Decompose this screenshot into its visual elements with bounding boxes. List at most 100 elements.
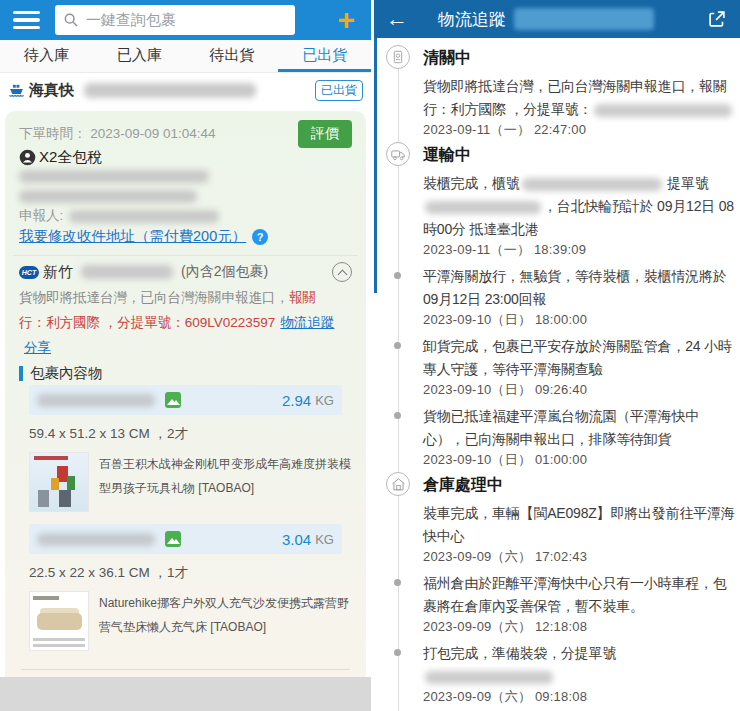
entry-text: 福州倉由於距離平潭海快中心只有一小時車程，包裹將在倉庫內妥善保管，暫不裝車。 — [423, 572, 735, 618]
menu-icon[interactable] — [13, 11, 40, 30]
timeline-entry: 卸貨完成，包裹已平安存放於海關監管倉，24 小時專人守護，等待平潭海關查驗202… — [423, 335, 735, 399]
entry-text: 裝櫃完成，櫃號 提單號 ，台北快輪預計於 09月12日 08時00分 抵達臺北港 — [423, 172, 735, 241]
tracking-panel: ← 物流追蹤 清關中貨物即將抵達台灣，已向台灣海關申報進口，報關行：利方國際 ，… — [374, 0, 740, 711]
package-count: (內含2個包裹) — [181, 263, 268, 281]
entry-timestamp: 2023-09-10（日） 01:00:00 — [423, 451, 735, 469]
photo-icon[interactable] — [165, 392, 181, 408]
entry-text: 貨物已抵達福建平潭嵐台物流園（平潭海快中心），已向海關申報出口，排隊等待卸貨 — [423, 405, 735, 451]
customs-doc-icon — [386, 45, 410, 69]
screen: 一鍵查詢包裹 + 待入庫已入庫待出貨已出貨 海真快 已出貨 下單時間： 2023… — [0, 0, 740, 711]
package-bar[interactable]: 2.94 KG — [29, 385, 342, 415]
stage-title: 運輸中 — [423, 145, 728, 166]
package-bar[interactable]: 3.04 KG — [29, 524, 342, 554]
entry-timestamp: 2023-09-11（一） 22:47:00 — [423, 121, 735, 139]
section-title: 包裹內容物 — [19, 363, 352, 383]
entry-timestamp: 2023-09-10（日） 09:26:40 — [423, 381, 735, 399]
rate-button[interactable]: 評價 — [298, 120, 352, 148]
back-icon[interactable]: ← — [386, 0, 408, 38]
list-background — [0, 677, 371, 711]
entry-text: 卸貨完成，包裹已平安存放於海關監管倉，24 小時專人守護，等待平潭海關查驗 — [423, 335, 735, 381]
tracking-link[interactable]: 物流追蹤 — [280, 315, 334, 330]
package-item: 3.04KG22.5 x 22 x 36.1 CM ，1才Naturehike挪… — [29, 524, 342, 651]
tracking-timeline: 清關中貨物即將抵達台灣，已向台灣海關申報進口，報關行：利方國際 ，分提單號：20… — [374, 38, 740, 711]
add-package-button[interactable]: + — [337, 5, 355, 35]
tab-4[interactable]: 已出貨 — [278, 40, 371, 72]
weight-unit: KG — [315, 532, 334, 547]
redacted-order-number — [84, 83, 256, 98]
redacted-text — [594, 104, 732, 117]
product-thumbnail[interactable] — [29, 452, 89, 512]
entry-timestamp: 2023-09-09（六） 12:18:08 — [423, 618, 735, 636]
tab-bar: 待入庫已入庫待出貨已出貨 — [0, 40, 371, 73]
entry-text: 裝車完成，車輛【閩AE098Z】即將出發前往平潭海快中心 — [423, 502, 735, 548]
carrier-row: HCT 新竹 (內含2個包裹) — [19, 261, 352, 283]
timeline-entry: 貨物即將抵達台灣，已向台灣海關申報進口，報關行：利方國際 ，分提單號：2023-… — [423, 75, 735, 139]
timeline-dot-icon — [394, 342, 401, 349]
redacted-text — [425, 201, 541, 214]
timeline-entry: 裝櫃完成，櫃號 提單號 ，台北快輪預計於 09月12日 08時00分 抵達臺北港… — [423, 172, 735, 259]
redacted-recipient-info — [19, 170, 352, 203]
order-time: 下單時間： 2023-09-09 01:04:44 — [19, 125, 216, 143]
timeline-entry: 裝車完成，車輛【閩AE098Z】即將出發前往平潭海快中心2023-09-09（六… — [423, 502, 735, 566]
stage-title: 倉庫處理中 — [423, 475, 728, 496]
product-title: Naturehike挪客户外双人充气沙发便携式露营野营气垫床懒人充气床 [TAO… — [99, 591, 352, 651]
timeline-stage: 運輸中裝櫃完成，櫃號 提單號 ，台北快輪預計於 09月12日 08時00分 抵達… — [423, 145, 728, 469]
search-icon — [63, 12, 79, 28]
stage-title: 清關中 — [423, 48, 728, 69]
package-weight: 3.04 — [282, 531, 311, 548]
collapse-circle-icon[interactable] — [332, 262, 352, 282]
tracking-title: 物流追蹤 — [438, 8, 506, 31]
redacted-text — [522, 178, 662, 191]
weight-unit: KG — [315, 393, 334, 408]
order-card: 下單時間： 2023-09-09 01:04:44 評價 X2全包稅 申報人: … — [5, 111, 366, 699]
shipment-header-row[interactable]: 海真快 已出貨 — [0, 73, 371, 107]
package-weight: 2.94 — [282, 392, 311, 409]
search-placeholder: 一鍵查詢包裹 — [86, 11, 176, 30]
carrier-brand-name: 海真快 — [29, 81, 74, 100]
redacted-tracking-number — [514, 8, 654, 30]
share-link[interactable]: 分享 — [24, 340, 51, 355]
change-address-link[interactable]: 我要修改收件地址（需付費200元） — [19, 227, 246, 246]
timeline-dot-icon — [394, 649, 401, 656]
warehouse-icon — [386, 472, 410, 496]
entry-text: 平潭海關放行，無驗貨，等待裝櫃，裝櫃情況將於09月12日 23:00回報 — [423, 265, 735, 311]
search-input[interactable]: 一鍵查詢包裹 — [55, 5, 295, 35]
product-thumbnail[interactable] — [29, 591, 89, 651]
timeline-dot-icon — [394, 272, 401, 279]
entry-timestamp: 2023-09-10（日） 18:00:00 — [423, 311, 735, 329]
redacted-package-number — [37, 533, 155, 546]
timeline-stage: 清關中貨物即將抵達台灣，已向台灣海關申報進口，報關行：利方國際 ，分提單號：20… — [423, 48, 728, 139]
entry-timestamp: 2023-09-09（六） 09:18:08 — [423, 688, 735, 706]
status-badge: 已出貨 — [315, 80, 363, 101]
carrier-name: 新竹 — [43, 263, 73, 282]
share-icon[interactable] — [706, 8, 728, 30]
tracking-header: ← 物流追蹤 — [374, 0, 740, 38]
top-bar: 一鍵查詢包裹 + — [0, 0, 371, 40]
ship-icon — [8, 83, 25, 98]
photo-icon[interactable] — [165, 531, 181, 547]
timeline-dot-icon — [394, 579, 401, 586]
entry-text: 打包完成，準備裝袋，分提單號 — [423, 642, 735, 688]
service-plan: X2全包稅 — [39, 148, 102, 167]
redacted-declarer — [69, 210, 219, 223]
scrollbar-thumb[interactable] — [374, 38, 377, 293]
timeline-dot-icon — [394, 412, 401, 419]
package-dimensions: 59.4 x 51.2 x 13 CM ，2才 — [29, 425, 342, 442]
entry-timestamp: 2023-09-09（六） 17:02:43 — [423, 548, 735, 566]
timeline-entry: 福州倉由於距離平潭海快中心只有一小時車程，包裹將在倉庫內妥善保管，暫不裝車。20… — [423, 572, 735, 636]
truck-icon — [386, 142, 410, 166]
user-icon — [19, 149, 36, 166]
package-dimensions: 22.5 x 22 x 36.1 CM ，1才 — [29, 564, 342, 581]
redacted-tracking — [81, 265, 173, 279]
timeline-entry: 打包完成，準備裝袋，分提單號2023-09-09（六） 09:18:08 — [423, 642, 735, 706]
help-icon[interactable]: ? — [252, 229, 268, 245]
tab-3[interactable]: 待出貨 — [186, 40, 279, 72]
package-item: 2.94KG59.4 x 51.2 x 13 CM ，2才百兽王积木战神金刚机甲… — [29, 385, 342, 512]
redacted-text — [425, 671, 553, 684]
timeline-entry: 平潭海關放行，無驗貨，等待裝櫃，裝櫃情況將於09月12日 23:00回報2023… — [423, 265, 735, 329]
tab-2[interactable]: 已入庫 — [93, 40, 186, 72]
hct-logo-icon: HCT — [19, 266, 39, 279]
tab-1[interactable]: 待入庫 — [0, 40, 93, 72]
timeline-stage: 倉庫處理中裝車完成，車輛【閩AE098Z】即將出發前往平潭海快中心2023-09… — [423, 475, 728, 706]
product-title: 百兽王积木战神金刚机甲变形成年高难度拼装模型男孩子玩具礼物 [TAOBAO] — [99, 452, 352, 512]
